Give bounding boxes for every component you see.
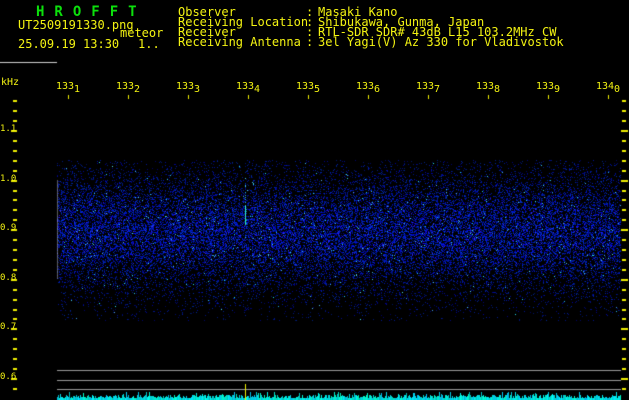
y-axis-label: 1.1 xyxy=(0,124,17,134)
spectrogram-canvas xyxy=(0,0,629,400)
info-value-receiving-antenna: 3el Yagi(V) Az 330 for Vladivostok xyxy=(318,35,564,49)
x-axis-label: 1331 xyxy=(55,81,81,95)
x-axis-label: 1340 xyxy=(595,81,621,95)
info-colon: : xyxy=(306,35,314,49)
x-axis-label: 1336 xyxy=(355,81,381,95)
app-title: HROFFT xyxy=(36,4,147,20)
filename-label: UT2509191330.png xyxy=(18,18,134,32)
y-axis-label: 0.8 xyxy=(0,273,17,283)
x-axis-label: 1337 xyxy=(415,81,441,95)
y-axis-label: 0.9 xyxy=(0,223,17,233)
y-axis-label: 0.6 xyxy=(0,372,17,382)
x-axis-label: 1332 xyxy=(115,81,141,95)
datetime-label: 25.09.19 13:30 xyxy=(18,37,120,51)
x-axis-label: 1338 xyxy=(475,81,501,95)
x-axis-label: 1334 xyxy=(235,81,261,95)
x-axis-label: 1335 xyxy=(295,81,321,95)
y-axis-label: 1.0 xyxy=(0,174,17,184)
x-axis-label: 1333 xyxy=(175,81,201,95)
y-axis-unit: kHz xyxy=(1,77,20,88)
hrofft-screen: HROFFT UT2509191330.png meteor 25.09.19 … xyxy=(0,0,629,400)
info-label-receiving-antenna: Receiving Antenna xyxy=(178,35,301,49)
x-axis-label: 1339 xyxy=(535,81,561,95)
echo-count: 1.. xyxy=(138,37,160,51)
y-axis-label: 0.7 xyxy=(0,322,17,332)
